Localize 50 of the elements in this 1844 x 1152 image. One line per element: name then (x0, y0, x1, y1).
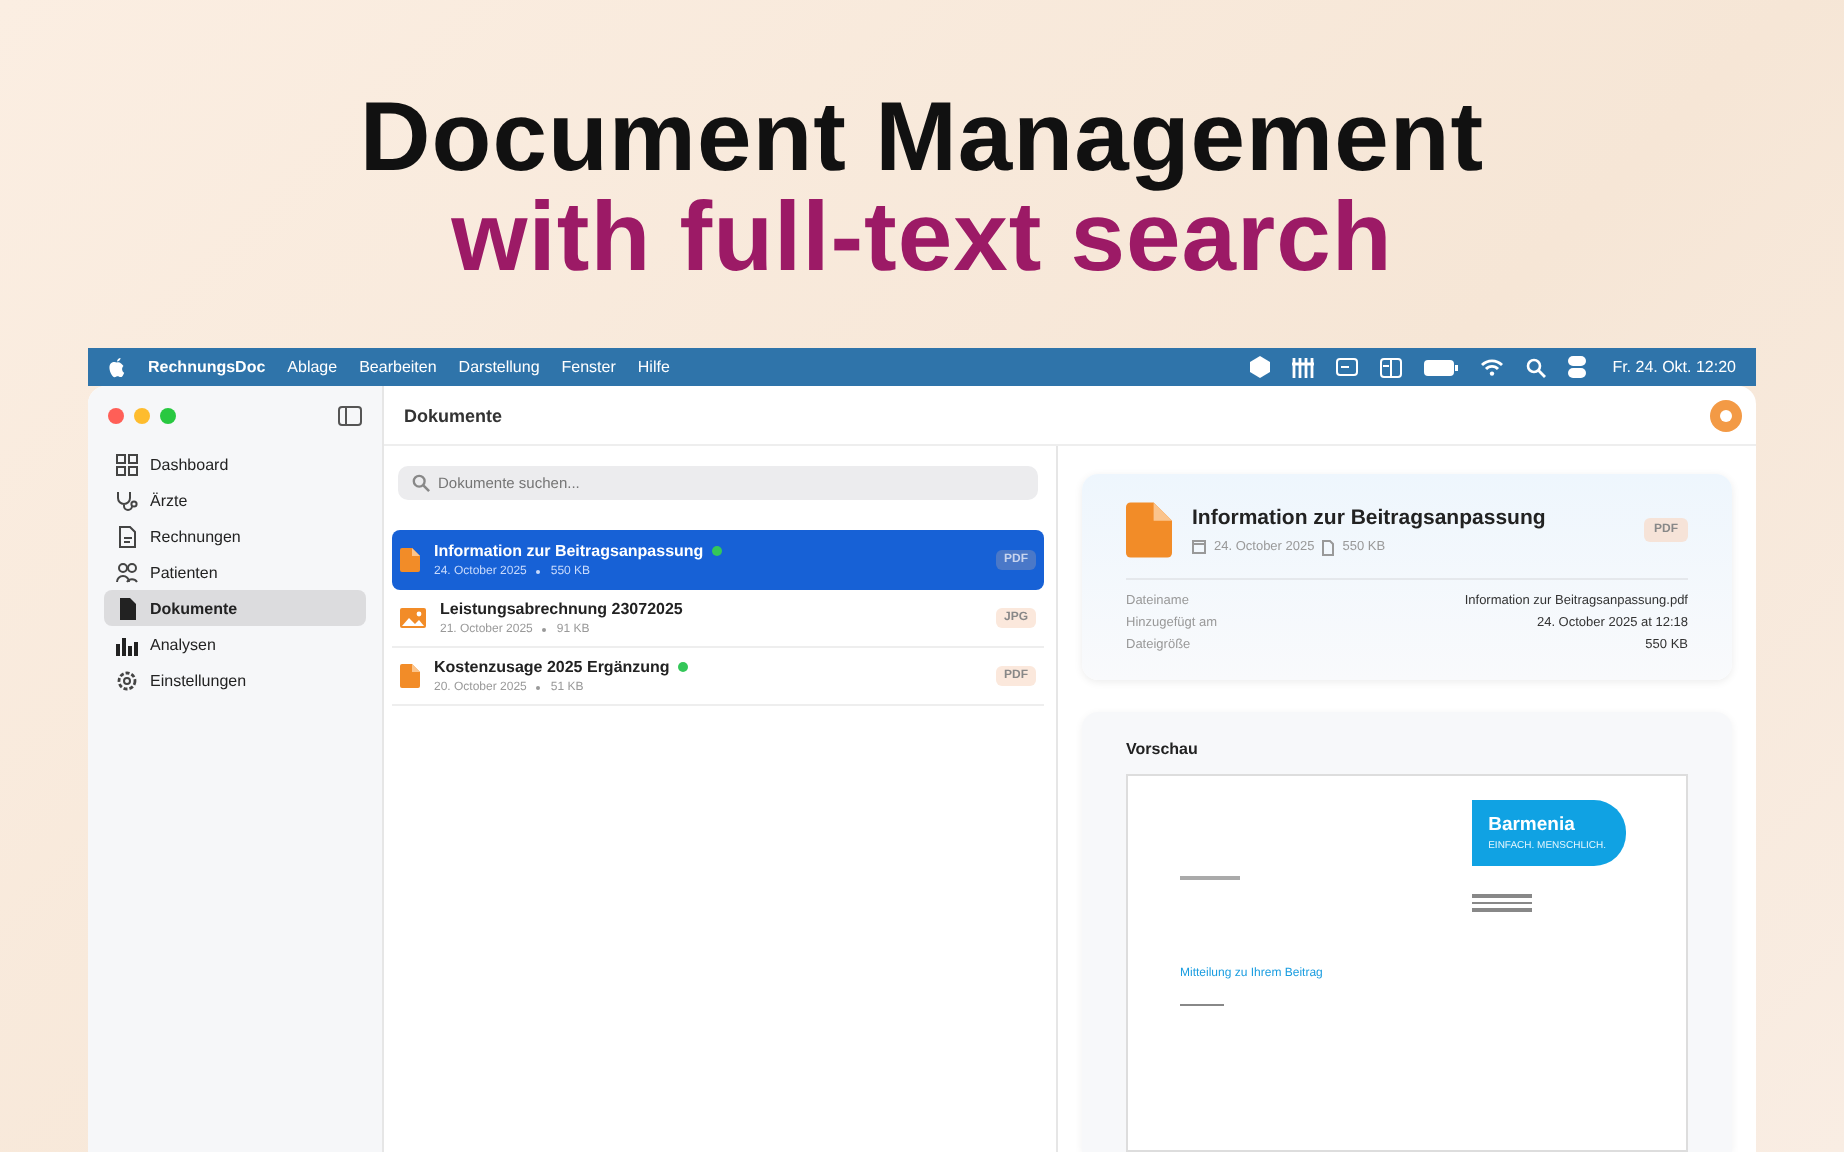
document-title: Kostenzusage 2025 Ergänzung (434, 658, 670, 676)
bar-chart-icon (116, 633, 138, 655)
sidebar-item[interactable]: Einstellungen (104, 662, 366, 698)
wifi-icon[interactable] (1480, 358, 1505, 376)
document-title: Information zur Beitragsanpassung (434, 542, 704, 560)
apple-icon[interactable] (108, 356, 126, 378)
app-menu[interactable]: RechnungsDoc (148, 358, 266, 376)
stethoscope-icon (116, 489, 138, 511)
menu-item[interactable]: Ablage (287, 358, 338, 376)
control-center-icon[interactable] (1568, 356, 1587, 378)
document-title: Leistungsabrechnung 23072025 (440, 600, 683, 618)
document-icon (116, 525, 138, 547)
document-icon (400, 664, 420, 688)
headline-subtitle: with full-text search (451, 188, 1393, 288)
sidebar-item[interactable]: Rechnungen (104, 518, 366, 554)
menu-item[interactable]: Bearbeiten (359, 358, 437, 376)
document-icon (116, 597, 138, 619)
calendar-icon (1192, 540, 1206, 554)
preview-heading: Vorschau (1126, 740, 1200, 758)
document-icon (1126, 502, 1172, 558)
sidebar-item[interactable]: Dashboard (104, 446, 366, 482)
sidebar-toggle-icon[interactable] (338, 405, 362, 425)
hexagon-icon[interactable] (1250, 356, 1271, 378)
sidebar-item[interactable]: Ärzte (104, 482, 366, 518)
toolbar-title: Dokumente (404, 405, 503, 425)
document-icon (400, 548, 420, 572)
people-icon (116, 561, 138, 583)
menu-item[interactable]: Hilfe (637, 358, 670, 376)
close-button[interactable] (108, 407, 124, 423)
menu-item[interactable]: Fenster (561, 358, 616, 376)
battery-icon[interactable] (1424, 359, 1459, 375)
split-window-icon[interactable] (1380, 357, 1403, 377)
text-line-drawing (1180, 1003, 1224, 1006)
menu-item[interactable]: Darstellung (458, 358, 540, 376)
logo-name: Barmenia (1488, 814, 1577, 836)
headline-title: Document Management (359, 88, 1485, 188)
grid-icon (116, 453, 138, 475)
sidebar-item[interactable]: Analysen (104, 626, 366, 662)
text-lines-drawing (1472, 894, 1533, 911)
settings-icon (116, 669, 138, 691)
detail-title: Information zur Beitragsanpassung (1192, 505, 1548, 529)
sidebar-item[interactable]: Patienten (104, 554, 366, 590)
sidebar-item[interactable]: Dokumente (104, 590, 366, 626)
menu-bar-clock: Fr. 24. Okt. 12:20 (1612, 358, 1736, 376)
file-icon (1322, 539, 1335, 555)
search-icon[interactable] (1526, 357, 1547, 377)
text-lines-drawing (1180, 876, 1240, 880)
card-icon[interactable] (1336, 358, 1359, 376)
image-icon (400, 608, 426, 628)
search-icon (412, 474, 430, 492)
